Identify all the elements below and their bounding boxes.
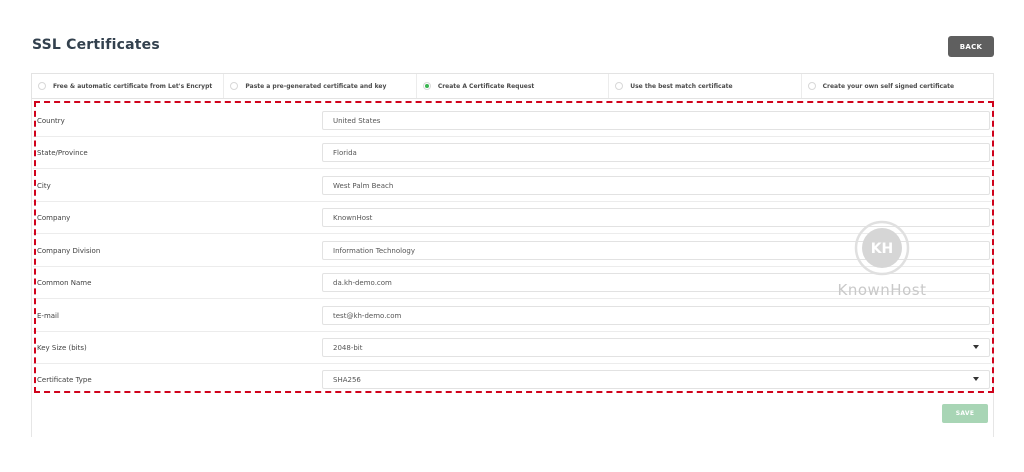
email-input[interactable]: test@kh-demo.com — [322, 306, 990, 325]
tab-letsencrypt[interactable]: Free & automatic certificate from Let's … — [32, 74, 225, 98]
radio-icon[interactable] — [230, 82, 239, 90]
common-name-label: Common Name — [37, 278, 92, 287]
key-size-value: 2048-bit — [333, 343, 363, 352]
division-label: Company Division — [37, 246, 101, 255]
form-row-company: Company KnownHost — [33, 202, 991, 234]
state-label: State/Province — [37, 148, 88, 157]
tab-label: Free & automatic certificate from Let's … — [53, 82, 213, 90]
certificate-option-tabs: Free & automatic certificate from Let's … — [31, 73, 994, 99]
tab-label: Use the best match certificate — [630, 82, 733, 90]
tab-paste-certificate[interactable]: Paste a pre-generated certificate and ke… — [224, 74, 417, 98]
tab-best-match[interactable]: Use the best match certificate — [609, 74, 802, 98]
save-button[interactable]: SAVE — [942, 404, 988, 423]
common-name-input[interactable]: da.kh-demo.com — [322, 273, 990, 292]
email-label: E-mail — [37, 311, 59, 320]
key-size-label: Key Size (bits) — [37, 343, 87, 352]
cert-type-select[interactable]: SHA256 — [322, 370, 990, 389]
tab-self-signed[interactable]: Create your own self signed certificate — [802, 74, 993, 98]
radio-icon[interactable] — [615, 82, 624, 90]
radio-icon[interactable] — [807, 82, 816, 90]
tab-label: Paste a pre-generated certificate and ke… — [245, 82, 387, 90]
form-row-cert-type: Certificate Type SHA256 — [33, 364, 991, 396]
form-row-key-size: Key Size (bits) 2048-bit — [33, 332, 991, 364]
dropdown-caret-icon[interactable] — [973, 345, 979, 349]
form-row-division: Company Division Information Technology — [33, 235, 991, 267]
state-input[interactable]: Florida — [322, 143, 990, 162]
form-row-state: State/Province Florida — [33, 137, 991, 169]
dropdown-caret-icon[interactable] — [973, 377, 979, 381]
country-input[interactable]: United States — [322, 111, 990, 130]
page-title: SSL Certificates — [32, 37, 160, 53]
radio-selected-icon[interactable] — [422, 82, 431, 90]
back-button[interactable]: BACK — [948, 36, 994, 57]
tab-create-request[interactable]: Create A Certificate Request — [417, 74, 610, 98]
cert-type-value: SHA256 — [333, 375, 361, 384]
city-label: City — [37, 181, 51, 190]
company-input[interactable]: KnownHost — [322, 208, 990, 227]
division-input[interactable]: Information Technology — [322, 241, 990, 260]
form-row-country: Country United States — [33, 105, 991, 137]
company-label: Company — [37, 213, 71, 222]
key-size-select[interactable]: 2048-bit — [322, 338, 990, 357]
radio-icon[interactable] — [38, 82, 46, 90]
tab-label: Create A Certificate Request — [437, 82, 535, 90]
form-row-email: E-mail test@kh-demo.com — [33, 300, 991, 332]
country-label: Country — [37, 116, 65, 125]
city-input[interactable]: West Palm Beach — [322, 176, 990, 195]
cert-type-label: Certificate Type — [37, 376, 92, 384]
form-row-common-name: Common Name da.kh-demo.com — [33, 267, 991, 299]
form-row-city: City West Palm Beach — [33, 170, 991, 202]
tab-label: Create your own self signed certificate — [822, 82, 955, 90]
